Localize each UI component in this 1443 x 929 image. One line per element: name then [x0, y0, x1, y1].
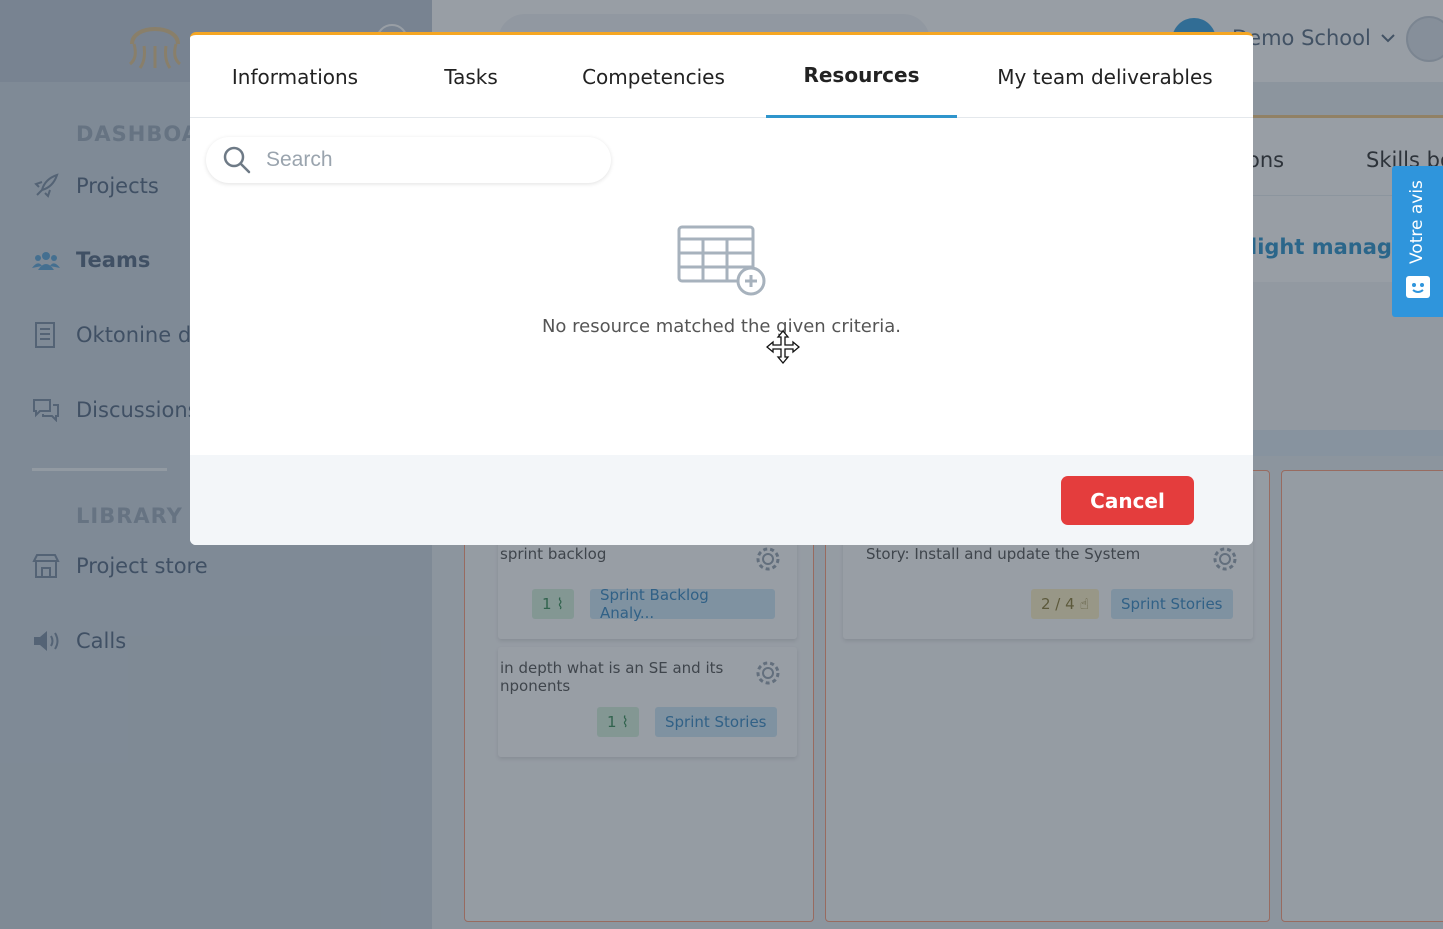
cancel-button[interactable]: Cancel — [1061, 476, 1194, 525]
search-icon — [223, 146, 251, 174]
table-add-icon — [677, 225, 766, 296]
resource-search[interactable] — [206, 137, 611, 183]
feedback-chat-icon — [1406, 276, 1430, 298]
tab-tasks[interactable]: Tasks — [438, 35, 504, 118]
tab-informations[interactable]: Informations — [230, 35, 360, 118]
tab-resources[interactable]: Resources — [766, 35, 957, 118]
empty-state-message: No resource matched the given criteria. — [541, 316, 902, 337]
modal-tabs: Informations Tasks Competencies Resource… — [190, 35, 1253, 118]
move-cursor-icon — [766, 330, 800, 364]
tab-my-team-deliverables[interactable]: My team deliverables — [996, 35, 1214, 118]
tab-competencies[interactable]: Competencies — [581, 35, 726, 118]
resources-modal: Informations Tasks Competencies Resource… — [190, 32, 1253, 545]
feedback-label: Votre avis — [1407, 180, 1427, 264]
search-input[interactable] — [266, 148, 586, 172]
